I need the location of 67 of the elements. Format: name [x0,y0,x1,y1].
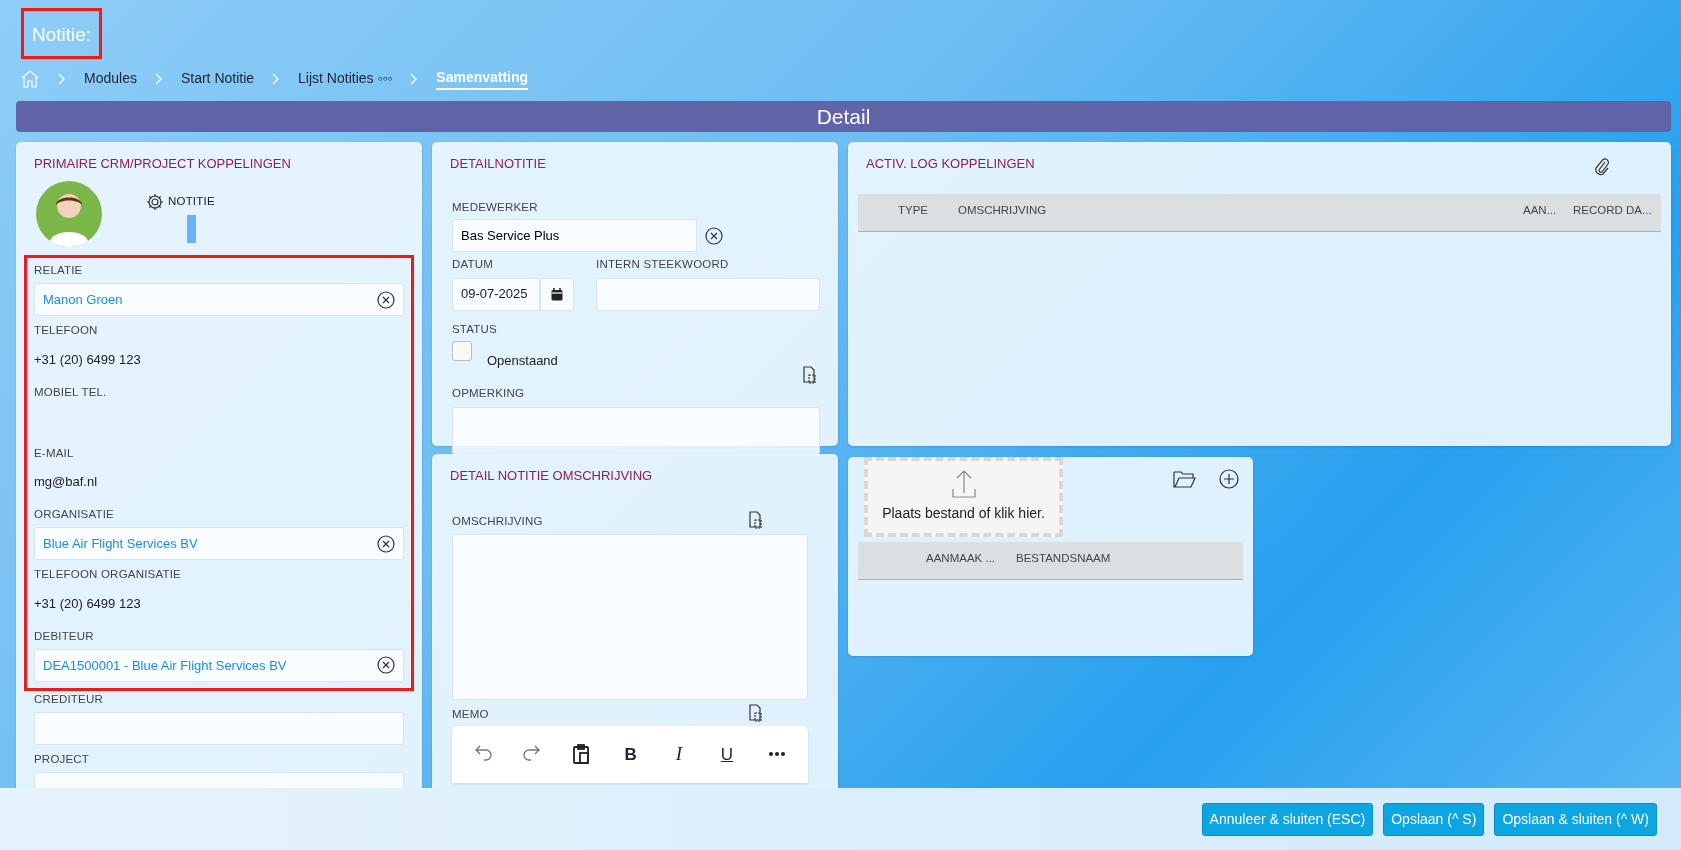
field-label: TELEFOON [34,323,99,339]
panel-title: PRIMAIRE CRM/PROJECT KOPPELINGEN [33,154,292,173]
paperclip-icon[interactable] [1593,155,1609,176]
panel-title: DETAIL NOTITIE OMSCHRIJVING [449,466,654,485]
calendar-button[interactable] [540,277,574,311]
field-label: OPMERKING [452,385,526,401]
field-label: RELATIE [34,263,84,278]
underline-button[interactable]: U [716,741,738,767]
chevron-icon [58,72,66,85]
input-field[interactable] [34,712,404,745]
bold-button[interactable]: B [620,741,641,767]
field-label: TELEFOON ORGANISATIE [34,567,182,583]
more-icon[interactable] [767,751,786,758]
column-header[interactable]: AANMAAK ... [858,549,1016,567]
copy-icon[interactable] [747,509,764,530]
gear-icon [146,193,164,211]
field-label: PROJECT [34,752,91,767]
avatar-silhouette-icon [36,181,102,247]
column-header[interactable]: RECORD DA... [1573,201,1661,219]
panel-title: ACTIV. LOG KOPPELINGEN [865,154,1036,173]
field-label: OMSCHRIJVING [452,513,543,529]
field-label: E-MAIL [34,445,75,461]
chevron-icon [154,72,163,85]
field-value: +31 (20) 6499 123 [34,594,142,613]
dropzone-text: Plaats bestand of klik hier. [882,504,1045,523]
input-field[interactable] [596,277,820,311]
field-label: INTERN STEEKWOORD [596,257,730,273]
add-icon[interactable] [1219,468,1239,489]
clear-icon[interactable] [705,226,723,245]
field-label: ORGANISATIE [34,507,115,522]
field-label: MOBIEL TEL. [34,384,108,400]
copy-icon[interactable] [801,363,818,385]
upload-icon [951,469,976,499]
column-header[interactable]: BESTANDSNAAM [1016,549,1111,567]
field-label: STATUS [452,321,498,337]
tab-indicator [186,215,196,243]
field-label: DATUM [452,257,495,273]
field-label: MEDEWERKER [452,200,539,215]
calendar-icon [551,287,563,301]
checkbox[interactable] [452,340,472,361]
chevron-icon [272,72,281,85]
italic-button[interactable]: I [671,740,686,769]
breadcrumb-link[interactable]: Lijst Notities ◦◦◦ [298,68,393,89]
breadcrumb-link[interactable]: Start Notitie [180,68,255,89]
column-header[interactable]: TYPE [858,201,958,219]
folder-icon[interactable] [1173,468,1197,489]
column-header[interactable]: OMSCHRIJVING [958,201,1523,219]
field-label: MEMO [452,706,489,722]
checkbox-label: Openstaand [487,351,558,370]
clear-icon[interactable] [377,534,395,553]
field-label: DEBITEUR [34,628,95,644]
paste-icon[interactable] [571,743,590,766]
field-value: +31 (20) 6499 123 [34,350,142,369]
copy-icon[interactable] [747,702,764,723]
clear-icon[interactable] [377,656,395,675]
file-dropzone[interactable]: Plaats bestand of klik hier. [864,456,1063,537]
panel-title: DETAILNOTITIE [449,154,547,173]
input-field[interactable]: Bas Service Plus [452,219,697,253]
field-value: mg@baf.nl [34,473,99,491]
column-header[interactable]: AAN... [1523,201,1573,219]
record-tab[interactable]: NOTITIE [146,193,215,211]
breadcrumb-link[interactable]: Modules [84,68,137,89]
chevron-icon [410,72,419,85]
detail-title-bar: Detail [16,100,1671,132]
clear-icon[interactable] [377,290,395,309]
field-label: CREDITEUR [34,691,104,707]
page-title: Notitie: [21,8,103,59]
